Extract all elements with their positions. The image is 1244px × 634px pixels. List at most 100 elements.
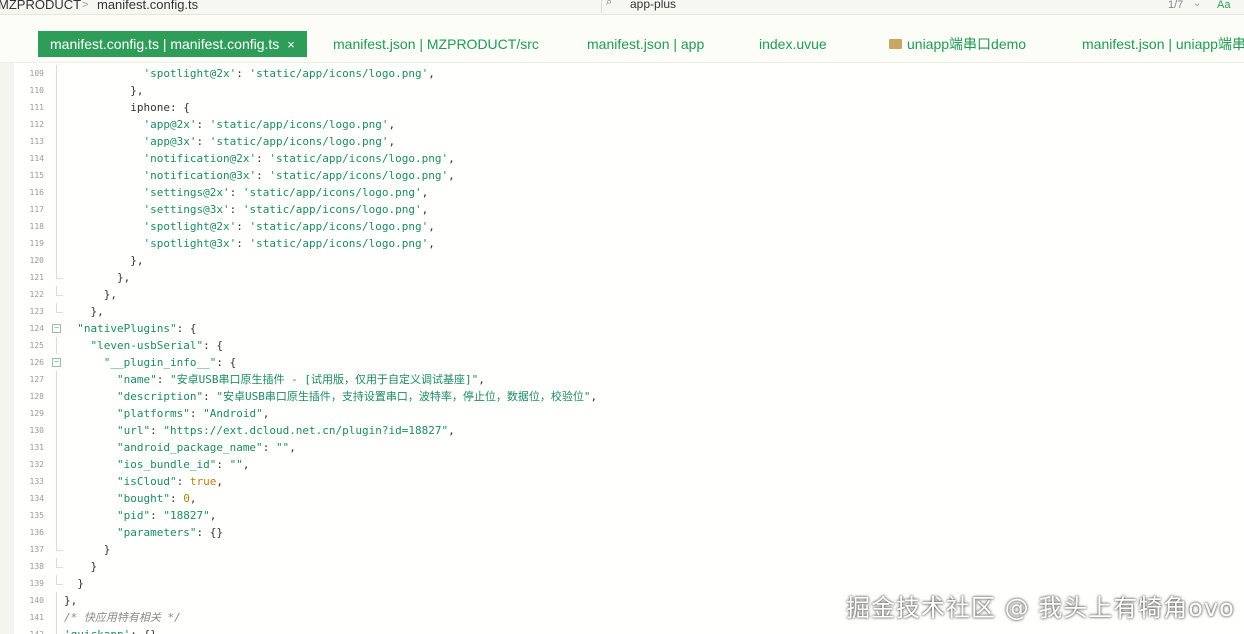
fold-end-marker (56, 541, 63, 551)
line-number: 124 (29, 324, 44, 333)
line-number: 130 (29, 426, 44, 435)
code-line[interactable]: 113 'app@3x': 'static/app/icons/logo.png… (0, 133, 1244, 150)
line-number: 126 (29, 358, 44, 367)
close-icon[interactable]: × (287, 37, 295, 52)
search-match-count: 1/7 (1168, 0, 1184, 11)
line-number: 137 (29, 545, 44, 554)
code-line[interactable]: 120 }, (0, 252, 1244, 269)
code-line[interactable]: 127 "name": "安卓USB串口原生插件 - [试用版，仅用于自定义调试… (0, 371, 1244, 388)
tab-manifest-json-src[interactable]: manifest.json | MZPRODUCT/src (321, 31, 551, 57)
line-number: 136 (29, 528, 44, 537)
tab-uniapp-demo[interactable]: uniapp端串口demo (877, 31, 1038, 57)
fold-guide (56, 252, 57, 269)
code-text: "isCloud": true, (116, 475, 223, 488)
code-line[interactable]: 122 }, (0, 286, 1244, 303)
code-line[interactable]: 117 'settings@3x': 'static/app/icons/log… (0, 201, 1244, 218)
line-number: 134 (29, 494, 44, 503)
line-number: 129 (29, 409, 44, 418)
tab-manifest-config-ts[interactable]: manifest.config.ts | manifest.config.ts × (38, 31, 307, 57)
line-number: 135 (29, 511, 44, 520)
fold-guide (56, 337, 57, 354)
code-line[interactable]: 130 "url": "https://ext.dcloud.net.cn/pl… (0, 422, 1244, 439)
code-line[interactable]: 110 }, (0, 82, 1244, 99)
code-text: "platforms": "Android", (116, 407, 270, 420)
editor-tab-bar: manifest.config.ts | manifest.config.ts ×… (0, 15, 1244, 63)
code-line[interactable]: 142 'quickapp': {}, (0, 626, 1244, 634)
code-text: }, (64, 305, 104, 318)
code-text: 'settings@3x': 'static/app/icons/logo.pn… (143, 203, 429, 216)
line-number: 113 (29, 137, 44, 146)
code-text: }, (64, 594, 78, 607)
fold-end-marker (56, 303, 63, 313)
tab-label: index.uvue (759, 36, 827, 52)
code-editor[interactable]: 109 'spotlight@2x': 'static/app/icons/lo… (0, 63, 1244, 634)
fold-guide (56, 116, 57, 133)
line-number: 128 (29, 392, 44, 401)
match-case-button[interactable]: Aa (1217, 0, 1230, 11)
line-number: 123 (29, 307, 44, 316)
code-text: /* 快应用特有相关 */ (64, 611, 181, 624)
code-line[interactable]: 132 "ios_bundle_id": "", (0, 456, 1244, 473)
code-text: 'app@3x': 'static/app/icons/logo.png', (143, 135, 396, 148)
folder-icon (889, 39, 902, 49)
fold-guide (56, 65, 57, 82)
line-number: 141 (29, 613, 44, 622)
code-text: "__plugin_info__": { (103, 356, 237, 369)
code-line[interactable]: 111 iphone: { (0, 99, 1244, 116)
code-text: 'notification@2x': 'static/app/icons/log… (143, 152, 455, 165)
code-line[interactable]: 133 "isCloud": true, (0, 473, 1244, 490)
line-number: 132 (29, 460, 44, 469)
fold-guide (56, 456, 57, 473)
fold-toggle-icon[interactable]: − (52, 358, 61, 367)
code-line[interactable]: 114 'notification@2x': 'static/app/icons… (0, 150, 1244, 167)
fold-guide (56, 201, 57, 218)
fold-guide (56, 490, 57, 507)
code-line[interactable]: 134 "bought": 0, (0, 490, 1244, 507)
fold-guide (56, 371, 57, 388)
fold-guide (56, 473, 57, 490)
code-line[interactable]: 119 'spotlight@3x': 'static/app/icons/lo… (0, 235, 1244, 252)
tab-index-uvue[interactable]: index.uvue (747, 31, 839, 57)
chevron-down-icon[interactable]: ⌄ (1193, 0, 1201, 10)
fold-end-marker (56, 558, 63, 568)
fold-toggle-icon[interactable]: − (52, 324, 61, 333)
code-line[interactable]: 118 'spotlight@2x': 'static/app/icons/lo… (0, 218, 1244, 235)
code-line[interactable]: 116 'settings@2x': 'static/app/icons/log… (0, 184, 1244, 201)
code-line[interactable]: 136 "parameters": {} (0, 524, 1244, 541)
code-line[interactable]: 138 } (0, 558, 1244, 575)
code-line[interactable]: 121 }, (0, 269, 1244, 286)
code-text: "leven-usbSerial": { (90, 339, 223, 352)
code-line[interactable]: 135 "pid": "18827", (0, 507, 1244, 524)
tab-label: manifest.config.ts | manifest.config.ts (50, 36, 280, 52)
code-line[interactable]: 109 'spotlight@2x': 'static/app/icons/lo… (0, 65, 1244, 82)
code-line[interactable]: 131 "android_package_name": "", (0, 439, 1244, 456)
line-number: 140 (29, 596, 44, 605)
fold-end-marker (56, 575, 63, 585)
code-text: "name": "安卓USB串口原生插件 - [试用版，仅用于自定义调试基座]"… (116, 373, 485, 386)
fold-end-marker (56, 269, 63, 279)
code-text: 'quickapp': {}, (64, 626, 163, 634)
code-line[interactable]: 129 "platforms": "Android", (0, 405, 1244, 422)
line-number: 131 (29, 443, 44, 452)
breadcrumb-file[interactable]: manifest.config.ts (97, 0, 198, 11)
code-line[interactable]: 115 'notification@3x': 'static/app/icons… (0, 167, 1244, 184)
code-line[interactable]: 112 'app@2x': 'static/app/icons/logo.png… (0, 116, 1244, 133)
code-line[interactable]: 125 "leven-usbSerial": { (0, 337, 1244, 354)
fold-end-marker (56, 286, 63, 296)
fold-guide (56, 439, 57, 456)
line-number: 120 (29, 256, 44, 265)
line-number: 127 (29, 375, 44, 384)
line-number: 114 (29, 154, 44, 163)
code-text: }, (64, 288, 117, 301)
code-line[interactable]: 123 }, (0, 303, 1244, 320)
code-line[interactable]: 126− "__plugin_info__": { (0, 354, 1244, 371)
code-line[interactable]: 124− "nativePlugins": { (0, 320, 1244, 337)
breadcrumb-project[interactable]: MZPRODUCT (0, 0, 81, 11)
tab-manifest-json-uniapp[interactable]: manifest.json | uniapp端串 (1070, 31, 1244, 57)
fold-guide (56, 235, 57, 252)
code-line[interactable]: 128 "description": "安卓USB串口原生插件，支持设置串口，波… (0, 388, 1244, 405)
tab-manifest-json-app[interactable]: manifest.json | app (575, 31, 716, 57)
code-line[interactable]: 137 } (0, 541, 1244, 558)
search-input[interactable] (630, 0, 950, 11)
line-number: 119 (29, 239, 44, 248)
